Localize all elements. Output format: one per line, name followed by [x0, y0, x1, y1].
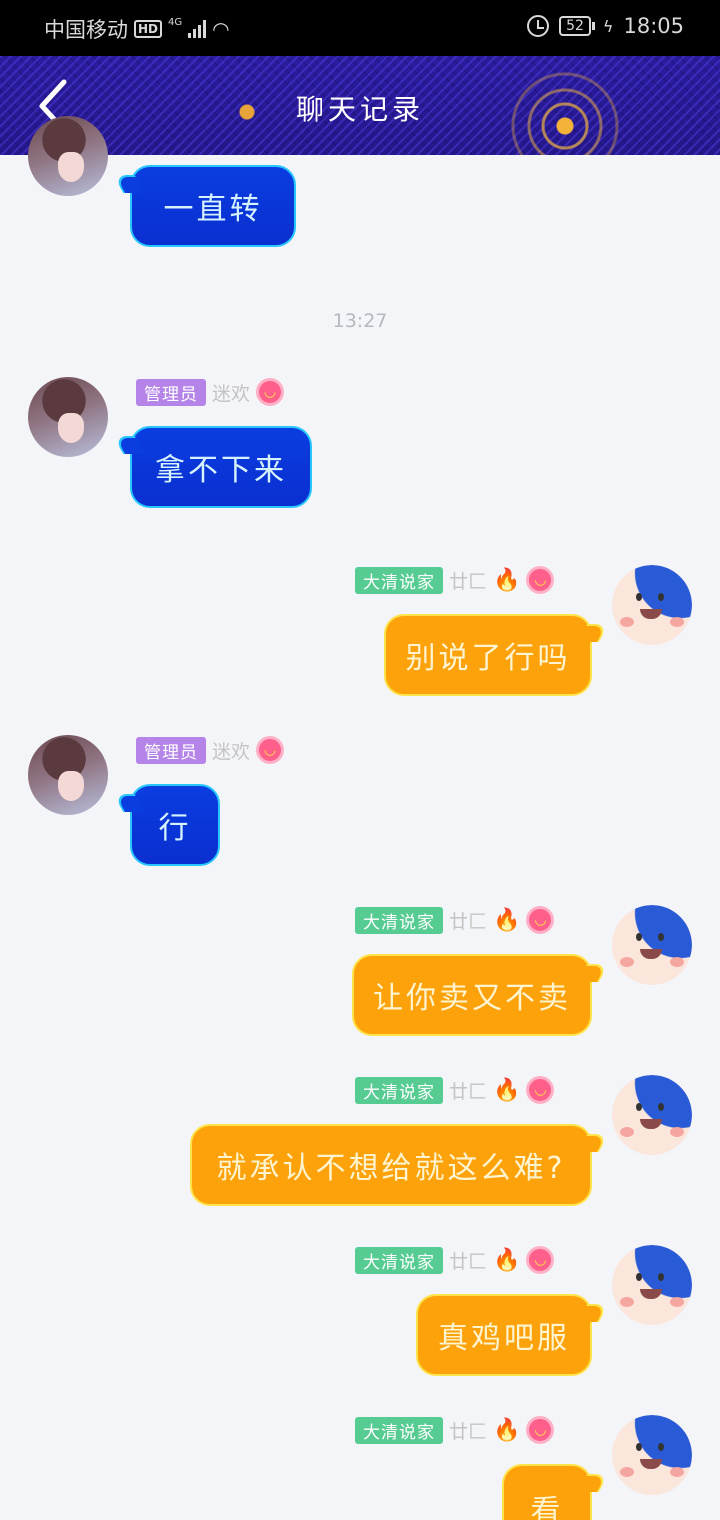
- message-bubble[interactable]: 一直转: [130, 165, 296, 247]
- carrier-label: 中国移动: [44, 18, 128, 42]
- avatar[interactable]: [612, 1075, 692, 1155]
- message-bubble[interactable]: 行: [130, 784, 220, 866]
- message-text: 真鸡吧服: [438, 1321, 570, 1356]
- avatar[interactable]: [612, 1415, 692, 1495]
- battery-icon: 52: [559, 16, 595, 36]
- smile-icon: ◡: [526, 1246, 555, 1274]
- message-text: 看: [530, 1494, 564, 1520]
- message-meta: 管理员 迷欢 ◡: [136, 378, 285, 406]
- message-text: 行: [158, 811, 192, 846]
- smile-icon: ◡: [526, 1416, 555, 1444]
- message-text: 就承认不想给就这么难?: [216, 1151, 566, 1186]
- message-text: 别说了行吗: [405, 641, 571, 676]
- message-bubble[interactable]: 就承认不想给就这么难?: [190, 1124, 592, 1206]
- status-right: 52 ϟ 18:05: [527, 14, 684, 38]
- message-meta: 大清说家 廿匚 🔥 ◡: [355, 566, 555, 594]
- talker-badge: 大清说家: [355, 1076, 443, 1104]
- smile-icon: ◡: [256, 378, 285, 406]
- smile-icon: ◡: [526, 1076, 555, 1104]
- clock: 18:05: [623, 14, 684, 38]
- nickname[interactable]: 廿匚: [449, 1077, 487, 1104]
- fire-icon: 🔥: [493, 1077, 521, 1103]
- fire-icon: 🔥: [493, 1247, 521, 1273]
- charging-icon: ϟ: [602, 16, 614, 36]
- hd-icon: HD: [134, 20, 163, 38]
- message-text: 让你卖又不卖: [373, 981, 571, 1016]
- message-meta: 大清说家 廿匚 🔥 ◡: [355, 1246, 555, 1274]
- smile-icon: ◡: [526, 566, 555, 594]
- fire-icon: 🔥: [493, 1417, 521, 1443]
- avatar[interactable]: [28, 377, 108, 457]
- message-bubble[interactable]: 拿不下来: [130, 426, 312, 508]
- smile-icon: ◡: [526, 906, 555, 934]
- fire-icon: 🔥: [493, 567, 521, 593]
- talker-badge: 大清说家: [355, 1246, 443, 1274]
- avatar[interactable]: [612, 905, 692, 985]
- status-left: 中国移动 HD 4G ◠: [44, 14, 230, 44]
- smile-icon: ◡: [256, 736, 285, 764]
- wifi-icon: ◠: [212, 17, 230, 41]
- nickname[interactable]: 廿匚: [449, 907, 487, 934]
- message-meta: 管理员 迷欢 ◡: [136, 736, 285, 764]
- message-meta: 大清说家 廿匚 🔥 ◡: [355, 906, 555, 934]
- page-title: 聊天记录: [295, 93, 424, 126]
- admin-badge: 管理员: [136, 736, 206, 764]
- message-text: 拿不下来: [155, 453, 287, 488]
- nickname[interactable]: 廿匚: [449, 1417, 487, 1444]
- status-bar: 中国移动 HD 4G ◠ 52 ϟ 18:05: [0, 0, 720, 56]
- signal-icon: [188, 20, 207, 38]
- message-text: 一直转: [163, 192, 263, 227]
- nickname[interactable]: 廿匚: [449, 567, 487, 594]
- message-bubble[interactable]: 看: [502, 1464, 592, 1520]
- avatar[interactable]: [28, 735, 108, 815]
- fire-icon: 🔥: [493, 907, 521, 933]
- message-bubble[interactable]: 别说了行吗: [384, 614, 592, 696]
- avatar[interactable]: [612, 565, 692, 645]
- nickname[interactable]: 迷欢: [212, 737, 250, 764]
- alarm-icon: [527, 15, 550, 37]
- message-meta: 大清说家 廿匚 🔥 ◡: [355, 1076, 555, 1104]
- avatar[interactable]: [612, 1245, 692, 1325]
- nickname[interactable]: 迷欢: [212, 379, 250, 406]
- message-meta: 大清说家 廿匚 🔥 ◡: [355, 1416, 555, 1444]
- talker-badge: 大清说家: [355, 906, 443, 934]
- message-bubble[interactable]: 让你卖又不卖: [352, 954, 592, 1036]
- admin-badge: 管理员: [136, 378, 206, 406]
- talker-badge: 大清说家: [355, 1416, 443, 1444]
- avatar[interactable]: [28, 116, 108, 196]
- message-bubble[interactable]: 真鸡吧服: [416, 1294, 592, 1376]
- nickname[interactable]: 廿匚: [449, 1247, 487, 1274]
- talker-badge: 大清说家: [355, 566, 443, 594]
- timestamp: 13:27: [332, 310, 388, 332]
- title-bar: 聊天记录: [0, 56, 720, 155]
- network-type: 4G: [168, 16, 183, 28]
